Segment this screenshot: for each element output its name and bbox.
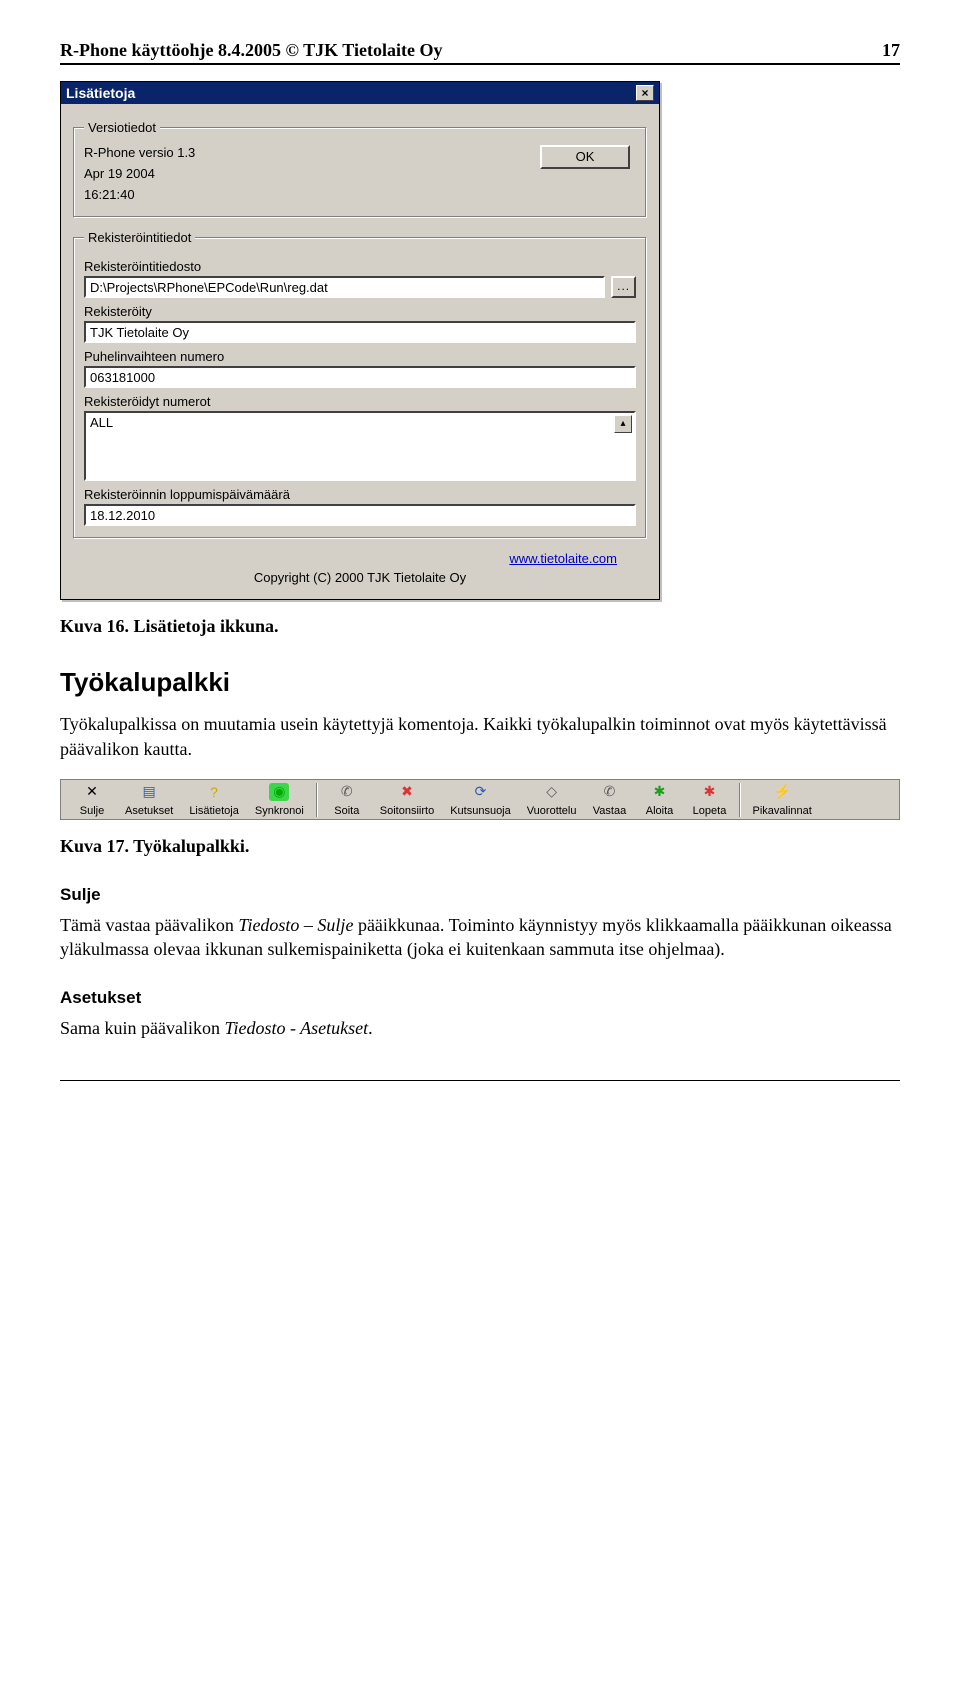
toolbar-label: Vastaa (593, 805, 626, 817)
toolbar-label: Kutsunsuoja (450, 805, 511, 817)
asetukset-post: . (368, 1018, 373, 1038)
registered-input[interactable]: TJK Tietolaite Oy (84, 321, 636, 343)
lisatietoja-dialog: Lisätietoja × Versiotiedot R-Phone versi… (60, 81, 660, 600)
scroll-up-icon[interactable]: ▴ (614, 415, 632, 433)
toolbar-item-soitonsiirto[interactable]: ✖ Soitonsiirto (372, 783, 442, 817)
toolbar: ✕ Sulje ▤ Asetukset? Lisätietoja ◉ Synkronoi ✆ S… (60, 779, 900, 820)
version-group: Versiotiedot R-Phone versio 1.3 Apr 19 2… (73, 120, 647, 218)
website-link[interactable]: www.tietolaite.com (73, 551, 647, 566)
sulje-pre: Tämä vastaa päävalikon (60, 915, 238, 935)
toolbar-item-pikavalinnat[interactable]: ⚡ Pikavalinnat (745, 783, 820, 817)
version-line3: 16:21:40 (84, 185, 195, 206)
registered-label: Rekisteröity (84, 304, 636, 319)
expiry-label: Rekisteröinnin loppumispäivämäärä (84, 487, 636, 502)
toolbar-label: Soita (334, 805, 359, 817)
vastaa-icon: ✆ (601, 783, 619, 801)
sulje-heading: Sulje (60, 885, 900, 905)
toolbar-item-kutsunsuoja[interactable]: ⟳ Kutsunsuoja (442, 783, 519, 817)
reg-file-input[interactable]: D:\Projects\RPhone\EPCode\Run\reg.dat (84, 276, 605, 298)
lisätietoja-icon: ? (205, 783, 223, 801)
toolbar-separator (316, 783, 318, 817)
page-header: R-Phone käyttöohje 8.4.2005 © TJK Tietol… (60, 40, 900, 65)
toolbar-item-soita[interactable]: ✆ Soita (322, 783, 372, 817)
toolbar-item-asetukset[interactable]: ▤ Asetukset (117, 783, 181, 817)
pikavalinnat-icon: ⚡ (773, 783, 791, 801)
lopeta-icon: ✱ (701, 783, 719, 801)
browse-button[interactable]: ... (611, 276, 636, 298)
aloita-icon: ✱ (651, 783, 669, 801)
numbers-label: Rekisteröidyt numerot (84, 394, 636, 409)
toolbar-item-lopeta[interactable]: ✱ Lopeta (685, 783, 735, 817)
sulje-em: Tiedosto – Sulje (238, 915, 353, 935)
toolbar-item-sulje[interactable]: ✕ Sulje (67, 783, 117, 817)
numbers-textarea[interactable]: ALL ▴ (84, 411, 636, 481)
version-legend: Versiotiedot (84, 120, 160, 135)
sulje-icon: ✕ (83, 783, 101, 801)
header-page-number: 17 (882, 40, 900, 61)
toolbar-label: Soitonsiirto (380, 805, 434, 817)
synkronoi-icon: ◉ (269, 783, 289, 801)
toolbar-label: Asetukset (125, 805, 173, 817)
registration-legend: Rekisteröintitiedot (84, 230, 195, 245)
asetukset-icon: ▤ (140, 783, 158, 801)
toolbar-label: Lopeta (693, 805, 727, 817)
toolbar-item-vuorottelu[interactable]: ◇ Vuorottelu (519, 783, 585, 817)
tyokalupalkki-heading: Työkalupalkki (60, 667, 900, 698)
close-icon[interactable]: × (636, 85, 654, 101)
dialog-body: Versiotiedot R-Phone versio 1.3 Apr 19 2… (61, 104, 659, 599)
dialog-title: Lisätietoja (66, 85, 135, 101)
phone-input[interactable]: 063181000 (84, 366, 636, 388)
vuorottelu-icon: ◇ (543, 783, 561, 801)
version-line2: Apr 19 2004 (84, 164, 195, 185)
figure-17-caption: Kuva 17. Työkalupalkki. (60, 836, 900, 857)
asetukset-heading: Asetukset (60, 988, 900, 1008)
figure-16-caption: Kuva 16. Lisätietoja ikkuna. (60, 616, 900, 637)
kutsunsuoja-icon: ⟳ (471, 783, 489, 801)
footer-rule (60, 1080, 900, 1081)
toolbar-separator (739, 783, 741, 817)
version-line1: R-Phone versio 1.3 (84, 143, 195, 164)
toolbar-item-synkronoi[interactable]: ◉ Synkronoi (247, 783, 312, 817)
reg-file-label: Rekisteröintitiedosto (84, 259, 636, 274)
toolbar-label: Sulje (80, 805, 104, 817)
version-text: R-Phone versio 1.3 Apr 19 2004 16:21:40 (84, 143, 195, 205)
toolbar-item-aloita[interactable]: ✱ Aloita (635, 783, 685, 817)
expiry-input[interactable]: 18.12.2010 (84, 504, 636, 526)
asetukset-em: Tiedosto - Asetukset (224, 1018, 368, 1038)
toolbar-label: Aloita (646, 805, 674, 817)
toolbar-item-lisätietoja[interactable]: ? Lisätietoja (181, 783, 247, 817)
ok-button[interactable]: OK (540, 145, 630, 169)
registration-group: Rekisteröintitiedot Rekisteröintitiedost… (73, 230, 647, 539)
numbers-value: ALL (90, 415, 113, 430)
toolbar-label: Synkronoi (255, 805, 304, 817)
phone-label: Puhelinvaihteen numero (84, 349, 636, 364)
asetukset-text: Sama kuin päävalikon Tiedosto - Asetukse… (60, 1016, 900, 1040)
toolbar-item-vastaa[interactable]: ✆ Vastaa (585, 783, 635, 817)
asetukset-pre: Sama kuin päävalikon (60, 1018, 224, 1038)
dialog-titlebar: Lisätietoja × (61, 82, 659, 104)
tyokalupalkki-intro: Työkalupalkissa on muutamia usein käytet… (60, 712, 900, 761)
header-left: R-Phone käyttöohje 8.4.2005 © TJK Tietol… (60, 40, 442, 61)
toolbar-label: Pikavalinnat (753, 805, 812, 817)
soita-icon: ✆ (338, 783, 356, 801)
toolbar-label: Vuorottelu (527, 805, 577, 817)
sulje-text: Tämä vastaa päävalikon Tiedosto – Sulje … (60, 913, 900, 962)
copyright-text: Copyright (C) 2000 TJK Tietolaite Oy (73, 570, 647, 585)
soitonsiirto-icon: ✖ (398, 783, 416, 801)
toolbar-label: Lisätietoja (189, 805, 239, 817)
